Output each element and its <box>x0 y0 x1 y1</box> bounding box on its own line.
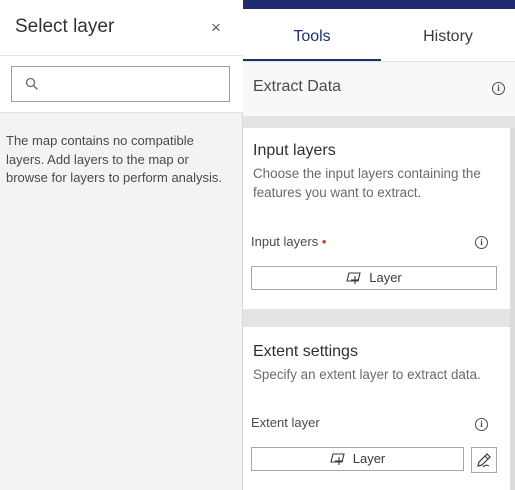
input-layer-button[interactable]: Layer <box>251 266 497 290</box>
input-layers-section: Input layers Choose the input layers con… <box>243 128 510 309</box>
app-top-bar <box>243 0 515 9</box>
extent-layer-label: Extent layer <box>251 415 320 430</box>
input-layer-button-label: Layer <box>369 270 402 285</box>
select-layer-title: Select layer <box>15 16 115 37</box>
input-layers-label: Input layers • <box>251 234 326 249</box>
extent-layer-button[interactable]: Layer <box>251 447 464 471</box>
search-icon <box>25 77 38 90</box>
tab-tools[interactable]: Tools <box>243 9 381 61</box>
info-icon[interactable]: i <box>492 82 505 95</box>
required-marker: • <box>321 234 327 249</box>
tool-header: Extract Data i <box>243 62 515 117</box>
tool-title: Extract Data <box>253 78 342 95</box>
add-layer-icon <box>346 272 361 284</box>
draw-extent-button[interactable] <box>471 447 497 473</box>
info-icon[interactable]: i <box>475 418 488 431</box>
section-description-extent-settings: Specify an extent layer to extract data. <box>253 367 481 382</box>
section-title-extent-settings: Extent settings <box>253 343 358 360</box>
select-layer-panel: Select layer × The map contains no compa… <box>0 0 243 490</box>
select-layer-header: Select layer × <box>0 0 243 56</box>
extent-layer-button-content: Layer <box>252 448 463 470</box>
section-description-input-layers: Choose the input layers containing the f… <box>253 166 481 200</box>
scrollbar[interactable] <box>510 128 515 490</box>
search-input[interactable] <box>48 73 227 97</box>
search-field[interactable] <box>11 66 230 102</box>
extent-layer-button-label: Layer <box>352 451 386 466</box>
extent-settings-section: Extent settings Specify an extent layer … <box>243 327 510 490</box>
search-bar <box>0 56 243 113</box>
empty-message: The map contains no compatible layers. A… <box>6 133 223 185</box>
input-layer-button-content: Layer <box>252 267 496 289</box>
section-title-input-layers: Input layers <box>253 142 336 159</box>
info-icon[interactable]: i <box>475 236 488 249</box>
tab-history[interactable]: History <box>381 9 515 61</box>
add-layer-icon <box>330 453 345 465</box>
close-icon[interactable]: × <box>208 18 224 38</box>
input-layers-label-text: Input layers <box>251 234 319 249</box>
pencil-icon <box>477 453 491 468</box>
tab-bar: Tools History <box>243 9 515 62</box>
